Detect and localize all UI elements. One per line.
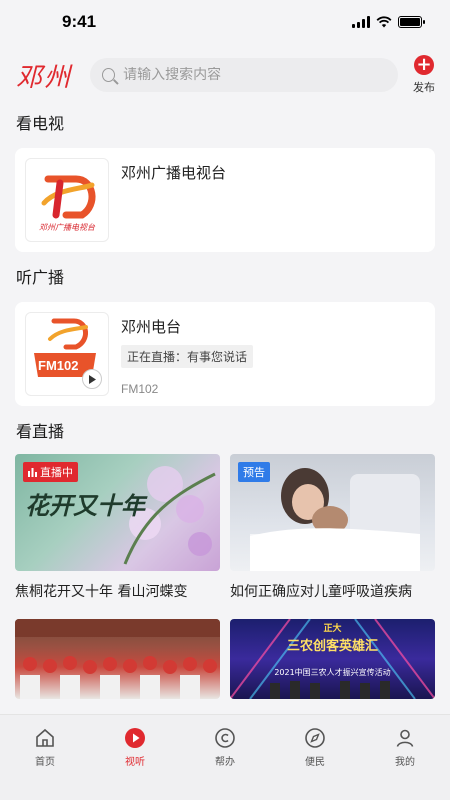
tv-logo-caption: 邓州广播电视台	[39, 223, 95, 232]
play-overlay-icon[interactable]	[82, 369, 102, 389]
home-icon	[36, 728, 54, 747]
radio-station-card[interactable]: FM102 邓州电台 正在直播：有事您说话 FM102	[15, 302, 435, 406]
live-thumbnail: 预告	[230, 454, 435, 571]
play-icon	[125, 728, 145, 748]
tab-profile[interactable]: 我的	[375, 727, 435, 800]
tv-station-card[interactable]: 邓州广播电视台 邓州广播电视台	[15, 148, 435, 252]
live-grid-row-2: 正大 三农创客英雄汇 2021中国三农人才振兴宣传活动	[0, 619, 450, 699]
live-tile[interactable]: 直播中 花开又十年 焦桐花开又十年 看山河蝶变	[15, 454, 220, 601]
preview-badge: 预告	[238, 462, 270, 482]
status-time: 9:41	[62, 12, 97, 31]
tab-label: 我的	[395, 757, 415, 768]
live-thumbnail: 正大 三农创客英雄汇 2021中国三农人才振兴宣传活动	[230, 619, 435, 699]
tab-help[interactable]: 帮办	[195, 727, 255, 800]
tab-service[interactable]: 便民	[285, 727, 345, 800]
bottom-tab-bar: 首页 视听 帮办 便民 我的	[0, 714, 450, 800]
cellular-signal-icon	[352, 16, 370, 28]
live-thumbnail: 直播中 花开又十年	[15, 454, 220, 571]
status-bar: 9:41	[0, 0, 450, 44]
live-art-title: 花开又十年	[25, 491, 145, 520]
tab-media[interactable]: 视听	[105, 727, 165, 800]
section-title-tv: 看电视	[16, 114, 65, 133]
tab-label: 便民	[305, 757, 325, 768]
tv-station-name: 邓州广播电视台	[121, 164, 227, 182]
live-caption: 焦桐花开又十年 看山河蝶变	[15, 584, 188, 600]
app-logo: 邓州	[16, 62, 73, 93]
live-art-title: 三农创客英雄汇	[286, 639, 378, 654]
live-grid-row-1: 直播中 花开又十年 焦桐花开又十年 看山河蝶变 预告 如何正确应对儿童呼吸道疾病	[0, 454, 450, 601]
top-header: 邓州 + 发布	[0, 44, 450, 106]
user-icon	[396, 729, 414, 747]
wifi-icon	[376, 16, 392, 28]
live-tile[interactable]: 正大 三农创客英雄汇 2021中国三农人才振兴宣传活动	[230, 619, 435, 699]
help-icon	[215, 728, 235, 748]
tab-label: 首页	[35, 757, 55, 768]
live-art-top: 正大	[323, 624, 342, 634]
live-bars-icon	[28, 467, 37, 477]
search-input[interactable]	[123, 67, 386, 83]
search-icon	[102, 68, 116, 82]
section-title-live: 看直播	[16, 422, 65, 441]
tab-label: 视听	[125, 757, 145, 768]
live-thumbnail	[15, 619, 220, 699]
plus-icon: +	[414, 55, 434, 75]
radio-station-logo: FM102	[25, 312, 109, 396]
live-art-subtitle: 2021中国三农人才振兴宣传活动	[274, 668, 391, 677]
now-playing-badge: 正在直播：有事您说话	[121, 345, 254, 368]
section-title-radio: 听广播	[16, 268, 65, 287]
publish-label: 发布	[413, 81, 435, 94]
battery-icon	[398, 16, 425, 28]
tab-home[interactable]: 首页	[15, 727, 75, 800]
status-icons	[352, 16, 425, 28]
live-tile[interactable]	[15, 619, 220, 699]
compass-icon	[305, 728, 325, 748]
live-badge: 直播中	[23, 462, 78, 482]
tab-label: 帮办	[215, 757, 235, 768]
search-bar[interactable]	[90, 58, 398, 92]
radio-frequency: FM102	[121, 382, 159, 396]
radio-logo-freq: FM102	[38, 358, 79, 373]
publish-button[interactable]: + 发布	[412, 55, 436, 95]
tv-station-logo: 邓州广播电视台	[25, 158, 109, 242]
radio-station-name: 邓州电台	[121, 318, 182, 336]
live-caption: 如何正确应对儿童呼吸道疾病	[230, 584, 412, 600]
live-tile[interactable]: 预告 如何正确应对儿童呼吸道疾病	[230, 454, 435, 601]
